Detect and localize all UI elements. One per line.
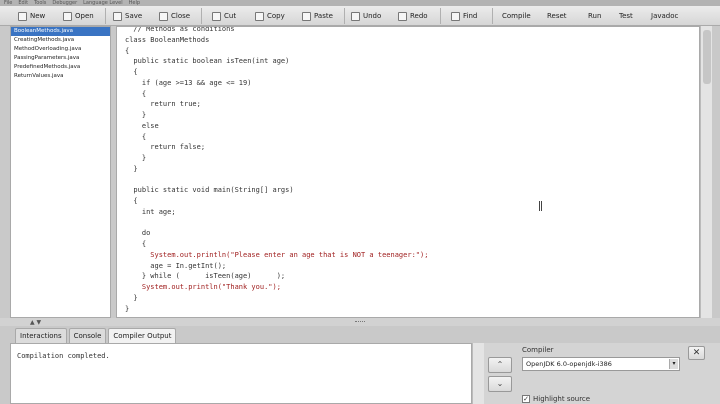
scissors-icon	[212, 11, 221, 21]
code-line: int age;	[125, 207, 176, 216]
toolbar-divider	[201, 8, 202, 24]
code-line: else	[125, 121, 159, 130]
code-line: }	[125, 111, 147, 119]
new-file-icon	[18, 11, 27, 21]
test-button[interactable]: Test	[619, 9, 633, 23]
code-editor[interactable]: // Methods as conditions class BooleanMet…	[116, 26, 700, 318]
next-error-button[interactable]: ⌄	[488, 376, 512, 392]
compiler-options-panel	[484, 343, 720, 404]
code-line: System.out.println("Thank you.");	[125, 283, 281, 291]
reset-button[interactable]: Reset	[547, 9, 567, 23]
paste-icon	[302, 11, 311, 21]
output-scrollbar[interactable]	[472, 343, 484, 404]
chevron-up-icon: ⌃	[496, 360, 504, 369]
run-button[interactable]: Run	[588, 9, 601, 23]
code-line: {	[125, 46, 130, 55]
tab-interactions[interactable]: Interactions	[15, 328, 67, 343]
redo-button[interactable]: Redo	[398, 9, 428, 23]
cut-button[interactable]: Cut	[212, 9, 236, 23]
splitter-grip-icon[interactable]	[355, 321, 365, 323]
open-folder-icon	[63, 11, 72, 21]
copy-icon	[255, 11, 264, 21]
toolbar-divider	[105, 8, 106, 24]
paste-button[interactable]: Paste	[302, 9, 333, 23]
close-file-button[interactable]: Close	[159, 9, 190, 23]
code-line: return true;	[125, 100, 201, 109]
code-line: {	[125, 132, 147, 141]
code-line: {	[125, 89, 147, 98]
file-item-passingparameters[interactable]: PassingParameters.java	[11, 54, 110, 63]
text-cursor-icon	[539, 201, 542, 211]
code-line: // Methods as conditions	[125, 26, 235, 33]
code-line: {	[125, 240, 147, 248]
toolbar: New Open Save Close Cut Copy Paste Undo …	[0, 6, 720, 26]
toolbar-divider	[344, 8, 345, 24]
undo-button[interactable]: Undo	[351, 9, 381, 23]
toolbar-divider	[440, 8, 441, 24]
close-file-icon	[159, 11, 168, 21]
code-line: }	[125, 154, 147, 162]
compile-button[interactable]: Compile	[502, 9, 531, 23]
undo-icon	[351, 11, 360, 21]
bottom-tabs: Interactions Console Compiler Output	[15, 328, 177, 343]
code-line: if (age >=13 && age <= 19)	[125, 78, 252, 87]
save-icon	[113, 11, 122, 21]
editor-scrollbar[interactable]	[700, 26, 712, 318]
close-pane-button[interactable]: ✕	[688, 346, 705, 360]
code-line: } while ( isTeen(age) );	[125, 272, 286, 281]
code-line: age = In.getInt();	[125, 261, 227, 270]
highlight-source-checkbox[interactable]: ✓	[522, 395, 530, 403]
file-item-returnvalues[interactable]: ReturnValues.java	[11, 72, 110, 81]
code-line: }	[125, 164, 138, 173]
open-button[interactable]: Open	[63, 9, 94, 23]
file-item-methodoverloading[interactable]: MethodOverloading.java	[11, 45, 110, 54]
code-line: System.out.println("Please enter an age …	[125, 250, 429, 259]
code-line: {	[125, 68, 138, 76]
file-list: BooleanMethods.java CreatingMethods.java…	[10, 26, 111, 318]
scrollbar-thumb[interactable]	[703, 30, 711, 84]
code-line: {	[125, 197, 138, 205]
highlight-source-label: Highlight source	[533, 395, 591, 403]
code-line: }	[125, 293, 138, 302]
code-line: return false;	[125, 143, 206, 152]
code-line: public static boolean isTeen(int age)	[125, 57, 290, 66]
chevron-down-icon: ⌄	[496, 379, 504, 388]
find-button[interactable]: Find	[451, 9, 477, 23]
code-line: }	[125, 304, 130, 313]
compiler-output-pane[interactable]: Compilation completed.	[10, 343, 472, 404]
toolbar-divider	[492, 8, 493, 24]
file-item-creatingmethods[interactable]: CreatingMethods.java	[11, 36, 110, 45]
tab-compiler-output[interactable]: Compiler Output	[108, 328, 177, 343]
new-button[interactable]: New	[18, 9, 45, 23]
redo-icon	[398, 11, 407, 21]
collapse-arrows-icon[interactable]: ▲ ▼	[30, 319, 41, 326]
compiler-output-text: Compilation completed.	[17, 352, 110, 360]
find-icon	[451, 11, 460, 21]
dropdown-arrow-icon[interactable]: ▾	[669, 359, 678, 369]
compiler-select-value: OpenJDK 6.0-openjdk-i386	[526, 360, 612, 368]
code-line: do	[125, 229, 151, 238]
highlight-source-option[interactable]: ✓ Highlight source	[522, 395, 590, 403]
code-line: class BooleanMethods	[125, 35, 210, 44]
compiler-select[interactable]: OpenJDK 6.0-openjdk-i386 ▾	[522, 357, 680, 371]
file-item-booleanmethods[interactable]: BooleanMethods.java	[11, 27, 110, 36]
file-item-predefinedmethods[interactable]: PredefinedMethods.java	[11, 63, 110, 72]
compiler-label: Compiler	[522, 346, 554, 354]
close-icon: ✕	[692, 348, 701, 358]
previous-error-button[interactable]: ⌃	[488, 357, 512, 373]
save-button[interactable]: Save	[113, 9, 142, 23]
code-line: public static void main(String[] args)	[125, 186, 294, 195]
javadoc-button[interactable]: Javadoc	[651, 9, 678, 23]
tab-console[interactable]: Console	[68, 328, 107, 343]
copy-button[interactable]: Copy	[255, 9, 285, 23]
